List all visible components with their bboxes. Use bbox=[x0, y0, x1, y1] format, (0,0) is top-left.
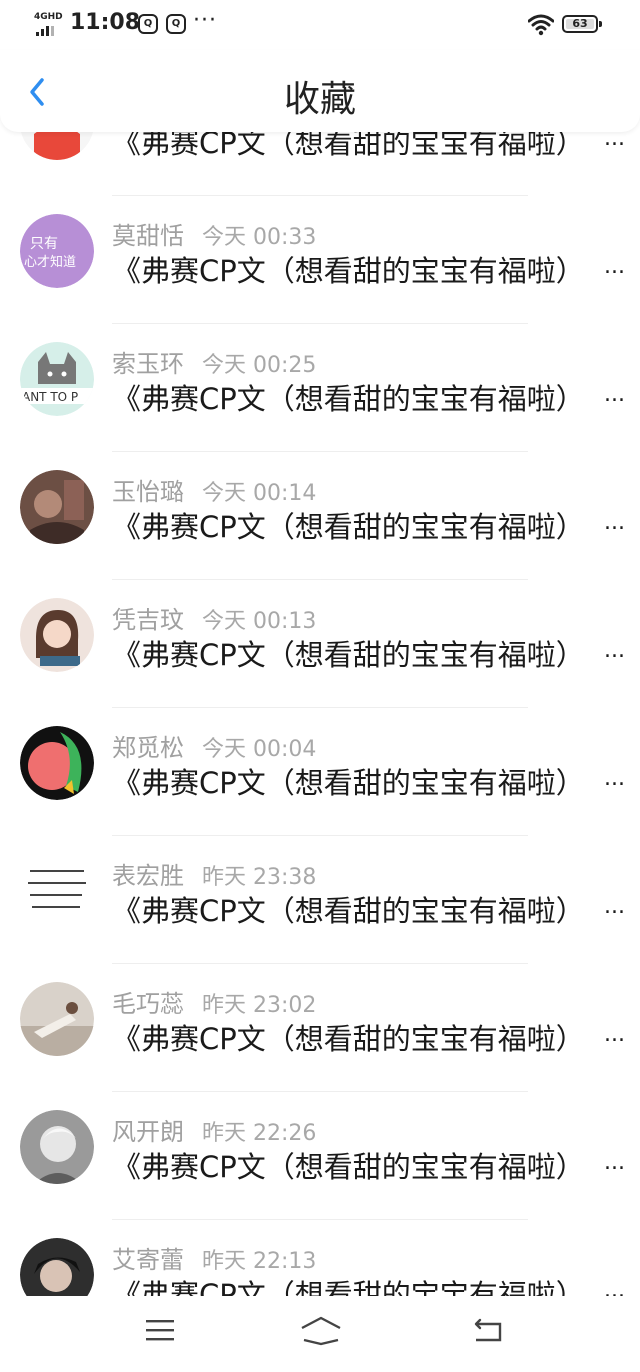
qq-icon: Q bbox=[166, 14, 186, 34]
title-bar: 收藏 bbox=[0, 50, 640, 132]
svg-text:ANT TO P: ANT TO P bbox=[22, 390, 78, 404]
post-title[interactable]: 《弗赛CP文（想看甜的宝宝有福啦） bbox=[112, 888, 612, 930]
list-item[interactable]: ANT TO P 索玉环 今天 00:25 《弗赛CP文（想看甜的宝宝有福啦） .… bbox=[0, 324, 640, 452]
timestamp: 昨天 22:13 bbox=[202, 1249, 317, 1274]
menu-icon[interactable] bbox=[140, 1314, 180, 1348]
avatar[interactable]: 只有 心才知道 bbox=[20, 214, 94, 288]
avatar[interactable] bbox=[20, 854, 94, 928]
list-item[interactable]: 艾寄蕾 昨天 22:13 《弗赛CP文（想看甜的宝宝有福啦） ... bbox=[0, 1220, 640, 1296]
avatar[interactable]: ANT TO P bbox=[20, 342, 94, 416]
timestamp: 今天 00:04 bbox=[202, 737, 317, 762]
network-type: 4GHD bbox=[34, 12, 63, 22]
list-item[interactable]: 郑觅松 今天 00:04 《弗赛CP文（想看甜的宝宝有福啦） ... bbox=[0, 708, 640, 836]
post-title[interactable]: 《弗赛CP文（想看甜的宝宝有福啦） bbox=[112, 248, 612, 290]
item-meta: 玉怡璐 今天 00:14 bbox=[112, 472, 316, 508]
timestamp: 昨天 23:02 bbox=[202, 993, 317, 1018]
timestamp: 今天 00:33 bbox=[202, 225, 317, 250]
ellipsis: ... bbox=[604, 254, 625, 279]
post-title[interactable]: 《弗赛CP文（想看甜的宝宝有福啦） bbox=[112, 132, 612, 162]
battery-level: 63 bbox=[572, 17, 588, 30]
ellipsis: ... bbox=[604, 638, 625, 663]
favorites-list: 《弗赛CP文（想看甜的宝宝有福啦） ... 只有 心才知道 莫甜恬 今天 00:3… bbox=[0, 132, 640, 1296]
user-name[interactable]: 毛巧蕊 bbox=[112, 990, 184, 1018]
user-name[interactable]: 索玉环 bbox=[112, 350, 184, 378]
list-item[interactable]: 表宏胜 昨天 23:38 《弗赛CP文（想看甜的宝宝有福啦） ... bbox=[0, 836, 640, 964]
qq-icon: Q bbox=[138, 14, 158, 34]
user-name[interactable]: 凭吉玟 bbox=[112, 606, 184, 634]
list-item[interactable]: 风开朗 昨天 22:26 《弗赛CP文（想看甜的宝宝有福啦） ... bbox=[0, 1092, 640, 1220]
post-title[interactable]: 《弗赛CP文（想看甜的宝宝有福啦） bbox=[112, 1272, 612, 1296]
user-name[interactable]: 莫甜恬 bbox=[112, 222, 184, 250]
avatar[interactable] bbox=[20, 1238, 94, 1296]
timestamp: 今天 00:14 bbox=[202, 481, 317, 506]
list-item[interactable]: 玉怡璐 今天 00:14 《弗赛CP文（想看甜的宝宝有福啦） ... bbox=[0, 452, 640, 580]
battery-icon: 63 bbox=[562, 15, 602, 33]
avatar[interactable] bbox=[20, 470, 94, 544]
item-meta: 索玉环 今天 00:25 bbox=[112, 344, 316, 380]
home-icon[interactable] bbox=[298, 1314, 344, 1348]
ellipsis: ... bbox=[604, 510, 625, 535]
avatar[interactable] bbox=[20, 726, 94, 800]
list-item[interactable]: 凭吉玟 今天 00:13 《弗赛CP文（想看甜的宝宝有福啦） ... bbox=[0, 580, 640, 708]
list-item[interactable]: 只有 心才知道 莫甜恬 今天 00:33 《弗赛CP文（想看甜的宝宝有福啦） ..… bbox=[0, 196, 640, 324]
timestamp: 昨天 22:26 bbox=[202, 1121, 317, 1146]
ellipsis: ... bbox=[604, 132, 625, 151]
avatar[interactable] bbox=[20, 982, 94, 1056]
more-notifications-icon: ··· bbox=[193, 8, 217, 33]
page-title: 收藏 bbox=[283, 79, 356, 120]
timestamp: 今天 00:13 bbox=[202, 609, 317, 634]
post-title[interactable]: 《弗赛CP文（想看甜的宝宝有福啦） bbox=[112, 504, 612, 546]
clock: 11:08 bbox=[70, 10, 141, 35]
post-title[interactable]: 《弗赛CP文（想看甜的宝宝有福啦） bbox=[112, 1144, 612, 1186]
svg-text:只有: 只有 bbox=[30, 236, 58, 252]
avatar[interactable] bbox=[20, 598, 94, 672]
back-icon[interactable] bbox=[468, 1314, 508, 1348]
signal-icon: 4GHD bbox=[34, 12, 64, 36]
post-title[interactable]: 《弗赛CP文（想看甜的宝宝有福啦） bbox=[112, 632, 612, 674]
ellipsis: ... bbox=[604, 1278, 625, 1296]
timestamp: 昨天 23:38 bbox=[202, 865, 317, 890]
avatar[interactable] bbox=[20, 132, 94, 160]
ellipsis: ... bbox=[604, 1022, 625, 1047]
status-bar: 4GHD 11:08 Q Q ··· 63 bbox=[0, 0, 640, 50]
user-name[interactable]: 艾寄蕾 bbox=[112, 1246, 184, 1274]
user-name[interactable]: 郑觅松 bbox=[112, 734, 184, 762]
user-name[interactable]: 玉怡璐 bbox=[112, 478, 184, 506]
item-meta: 毛巧蕊 昨天 23:02 bbox=[112, 984, 316, 1020]
list-item[interactable]: 毛巧蕊 昨天 23:02 《弗赛CP文（想看甜的宝宝有福啦） ... bbox=[0, 964, 640, 1092]
avatar[interactable] bbox=[20, 1110, 94, 1184]
svg-text:心才知道: 心才知道 bbox=[24, 254, 76, 270]
post-title[interactable]: 《弗赛CP文（想看甜的宝宝有福啦） bbox=[112, 760, 612, 802]
system-nav-bar bbox=[0, 1296, 640, 1372]
post-title[interactable]: 《弗赛CP文（想看甜的宝宝有福啦） bbox=[112, 1016, 612, 1058]
item-meta: 郑觅松 今天 00:04 bbox=[112, 728, 316, 764]
ellipsis: ... bbox=[604, 766, 625, 791]
post-title[interactable]: 《弗赛CP文（想看甜的宝宝有福啦） bbox=[112, 376, 612, 418]
item-meta: 莫甜恬 今天 00:33 bbox=[112, 216, 316, 252]
ellipsis: ... bbox=[604, 894, 625, 919]
item-meta: 艾寄蕾 昨天 22:13 bbox=[112, 1240, 316, 1276]
user-name[interactable]: 表宏胜 bbox=[112, 862, 184, 890]
list-item[interactable]: 《弗赛CP文（想看甜的宝宝有福啦） ... bbox=[0, 132, 640, 196]
wifi-icon bbox=[528, 14, 554, 36]
ellipsis: ... bbox=[604, 1150, 625, 1175]
timestamp: 今天 00:25 bbox=[202, 353, 317, 378]
ellipsis: ... bbox=[604, 382, 625, 407]
user-name[interactable]: 风开朗 bbox=[112, 1118, 184, 1146]
item-meta: 风开朗 昨天 22:26 bbox=[112, 1112, 316, 1148]
item-meta: 表宏胜 昨天 23:38 bbox=[112, 856, 316, 892]
item-meta: 凭吉玟 今天 00:13 bbox=[112, 600, 316, 636]
